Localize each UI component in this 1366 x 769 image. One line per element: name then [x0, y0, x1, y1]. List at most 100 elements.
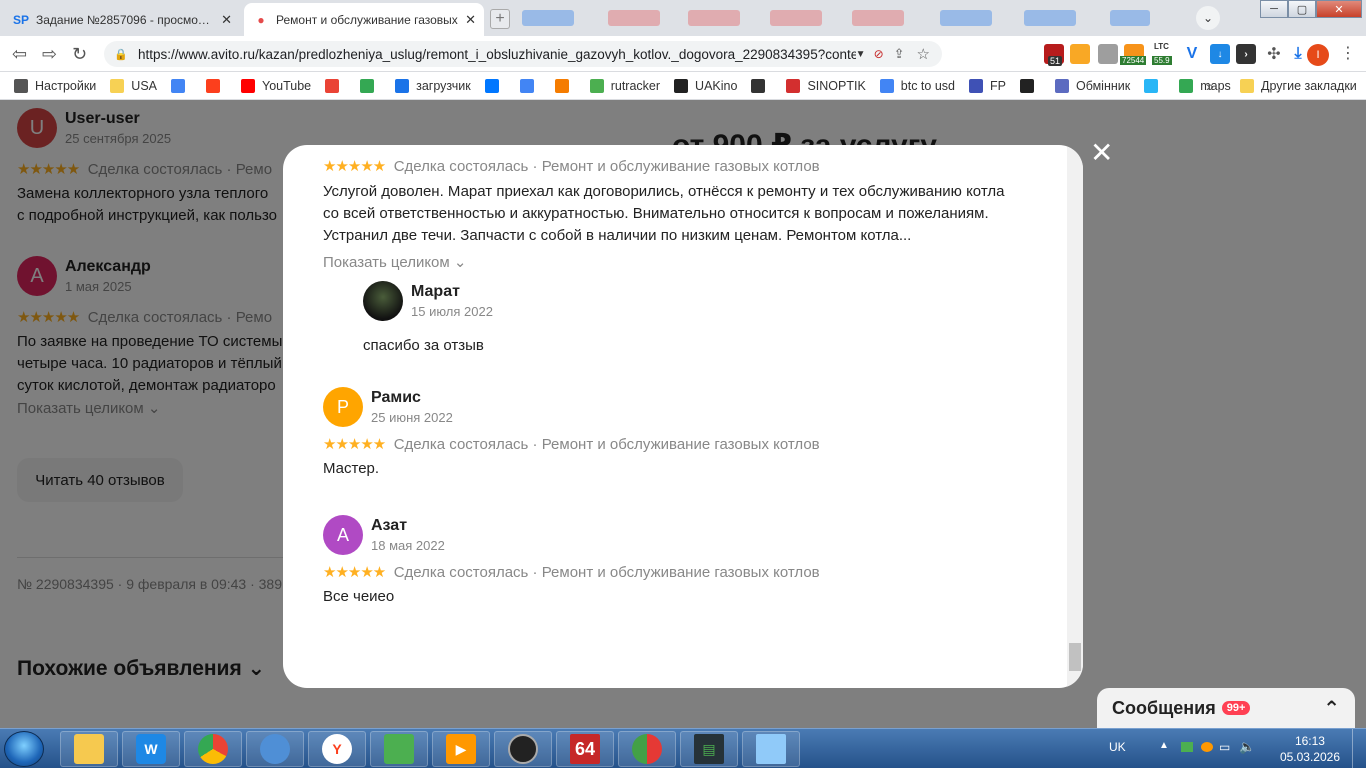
- tab-close-icon[interactable]: ✕: [465, 12, 476, 28]
- tab-avito[interactable]: ● Ремонт и обслуживание газовых ✕: [244, 3, 484, 36]
- minimize-button[interactable]: ─: [1260, 0, 1288, 18]
- taskbar-terminal-app[interactable]: [370, 731, 428, 767]
- vpn-extension-icon[interactable]: V: [1182, 44, 1202, 64]
- background-tab[interactable]: [1110, 10, 1150, 26]
- modal-scrollbar[interactable]: [1067, 145, 1083, 688]
- bookmark-item[interactable]: загрузчик: [395, 78, 471, 93]
- show-full-link[interactable]: Показать целиком ⌄: [323, 253, 1043, 271]
- background-tab[interactable]: [770, 10, 822, 26]
- avito-page: от 900 ₽ за услугу U User-user 25 сентяб…: [0, 100, 1366, 728]
- bookmark-item[interactable]: SINOPTIK: [786, 78, 866, 93]
- bookmark-item[interactable]: [171, 78, 192, 93]
- background-tab[interactable]: [688, 10, 740, 26]
- bookmark-item[interactable]: FP: [968, 78, 1006, 93]
- url-text: https://www.avito.ru/kazan/predlozheniya…: [138, 46, 856, 62]
- bookmark-item[interactable]: maps: [1179, 78, 1231, 93]
- reply-date: 15 июля 2022: [411, 304, 493, 319]
- network-icon[interactable]: ▭: [1219, 740, 1230, 754]
- extensions-puzzle-icon[interactable]: ✣: [1264, 44, 1284, 64]
- thermometer-icon: [786, 78, 801, 93]
- bookmark-item[interactable]: [484, 78, 506, 93]
- bookmark-item[interactable]: [751, 78, 772, 93]
- messages-widget[interactable]: Сообщения 99+ ⌃: [1097, 688, 1355, 728]
- reload-icon[interactable]: ↻: [72, 44, 87, 65]
- chevron-up-icon[interactable]: ⌃: [1323, 696, 1340, 721]
- menu-kebab-icon[interactable]: ⋮: [1340, 43, 1356, 63]
- background-tab[interactable]: [1024, 10, 1076, 26]
- modal-close-icon[interactable]: ✕: [1090, 139, 1113, 167]
- url-dropdown-icon[interactable]: ▼: [856, 49, 866, 60]
- taskbar-aida64[interactable]: 64: [556, 731, 614, 767]
- maximize-button[interactable]: ▢: [1288, 0, 1316, 18]
- bookmark-item[interactable]: [1019, 78, 1041, 93]
- background-tab[interactable]: [940, 10, 992, 26]
- avatar: Р: [323, 387, 363, 427]
- back-arrow-icon[interactable]: ⇦: [12, 44, 27, 65]
- bookmark-item[interactable]: Обмінник: [1054, 78, 1130, 93]
- taskbar-notes-app[interactable]: [742, 731, 800, 767]
- tray-app-icon[interactable]: [1201, 742, 1213, 752]
- scrollbar-thumb[interactable]: [1069, 643, 1081, 671]
- bookmark-item[interactable]: UAKino: [674, 78, 737, 93]
- taskbar-globe[interactable]: [246, 731, 304, 767]
- taskbar-clock-app[interactable]: [494, 731, 552, 767]
- extension-shield-icon[interactable]: [1070, 44, 1090, 64]
- downloads-icon[interactable]: ⤓: [1288, 44, 1308, 64]
- taskbar-monitor-app[interactable]: ▤: [680, 731, 738, 767]
- taskbar-umbrella-app[interactable]: [618, 731, 676, 767]
- background-tab[interactable]: [852, 10, 904, 26]
- download-extension-icon[interactable]: ↓: [1210, 44, 1230, 64]
- other-bookmarks[interactable]: Другие закладки: [1240, 79, 1357, 93]
- bookmark-item[interactable]: [1144, 78, 1165, 93]
- taskbar-media-player[interactable]: ▶: [432, 731, 490, 767]
- taskbar-explorer[interactable]: [60, 731, 118, 767]
- tab-title: Задание №2857096 - просмотр з: [36, 12, 216, 27]
- taskbar-yandex[interactable]: Y: [308, 731, 366, 767]
- system-clock[interactable]: 16:13 05.03.2026: [1280, 733, 1340, 765]
- forward-arrow-icon[interactable]: ⇨: [42, 44, 57, 65]
- vk-icon: [484, 78, 499, 93]
- review-text: Мастер.: [323, 460, 380, 477]
- blocked-icon[interactable]: ⊘: [874, 47, 884, 61]
- background-tab[interactable]: [522, 10, 574, 26]
- volume-icon[interactable]: 🔈: [1239, 739, 1255, 755]
- ltc-rate-badge: 55.9: [1152, 56, 1172, 65]
- bookmark-item[interactable]: [360, 78, 381, 93]
- tab-close-icon[interactable]: ✕: [221, 12, 232, 28]
- bookmark-item[interactable]: [519, 78, 541, 93]
- extension-briefcase-icon[interactable]: [1098, 44, 1118, 64]
- review-date: 18 мая 2022: [371, 538, 445, 553]
- tray-expand-icon[interactable]: ▲: [1159, 740, 1169, 751]
- tab-search-chevron-icon[interactable]: ⌄: [1196, 6, 1220, 30]
- tab-task[interactable]: SP Задание №2857096 - просмотр з ✕: [4, 3, 240, 36]
- bookmark-item[interactable]: btc to usd: [879, 78, 955, 93]
- bookmark-item[interactable]: YouTube: [241, 78, 312, 93]
- snowflake-icon: [1144, 78, 1159, 93]
- bookmark-label: YouTube: [262, 78, 312, 93]
- bookmark-item[interactable]: [325, 78, 346, 93]
- profile-avatar[interactable]: I: [1307, 44, 1329, 66]
- terminal-extension-icon[interactable]: ›: [1236, 44, 1256, 64]
- chess-icon: [751, 78, 766, 93]
- bookmark-item[interactable]: rutracker: [589, 78, 660, 93]
- bookmark-item[interactable]: Настройки: [14, 78, 96, 93]
- close-window-button[interactable]: ✕: [1316, 0, 1362, 18]
- taskbar-shield-app[interactable]: W: [122, 731, 180, 767]
- review-text: Услугой доволен. Марат приехал как догов…: [323, 183, 1005, 244]
- rating-stars: ★★★★★: [323, 564, 386, 581]
- background-tab[interactable]: [608, 10, 660, 26]
- tray-app-icon[interactable]: [1181, 742, 1193, 752]
- new-tab-button[interactable]: +: [490, 9, 510, 29]
- address-bar[interactable]: 🔒 https://www.avito.ru/kazan/predlozheni…: [104, 41, 942, 67]
- bookmark-item[interactable]: [206, 78, 227, 93]
- start-button[interactable]: [4, 731, 44, 767]
- taskbar-chrome[interactable]: [184, 731, 242, 767]
- language-indicator[interactable]: UK: [1109, 740, 1126, 754]
- bookmark-item[interactable]: [554, 78, 576, 93]
- bookmarks-more-icon[interactable]: »: [1206, 78, 1214, 94]
- share-icon[interactable]: ⇪: [894, 46, 905, 62]
- show-desktop-button[interactable]: [1352, 729, 1366, 769]
- bookmark-star-icon[interactable]: ☆: [917, 45, 930, 63]
- bookmark-item[interactable]: USA: [110, 78, 157, 93]
- reviewer-name: Рамис: [371, 389, 421, 406]
